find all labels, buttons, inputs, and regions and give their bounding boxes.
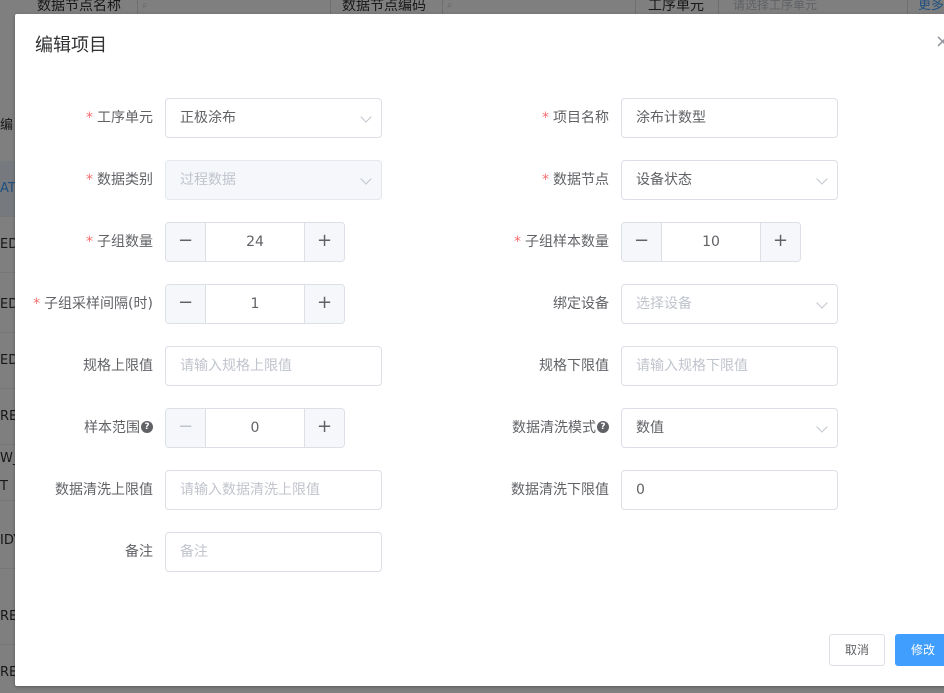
data-node-select[interactable]: 设备状态: [621, 160, 838, 200]
label-data-category: * 数据类别: [0, 160, 153, 200]
increase-button[interactable]: +: [304, 223, 344, 261]
label-clean-upper: 数据清洗上限值: [55, 482, 153, 498]
chevron-down-icon: [360, 173, 372, 185]
required-mark: *: [86, 172, 93, 188]
spec-upper-input[interactable]: 请输入规格上限值: [165, 346, 382, 386]
increase-button[interactable]: +: [760, 223, 800, 261]
cancel-button[interactable]: 取消: [829, 634, 885, 666]
label-text: 子组数量: [97, 234, 153, 250]
edit-item-dialog: 编辑项目 × * 工序单元 正极涂布 * 项目名称 涂布计数型 * 数据类别 过程数据…: [15, 14, 944, 686]
remark-input[interactable]: 备注: [165, 532, 382, 572]
label-process-unit: * 工序单元: [0, 98, 153, 138]
required-mark: *: [514, 234, 521, 250]
clean-lower-input[interactable]: 0: [621, 470, 838, 510]
help-icon[interactable]: ?: [597, 421, 609, 433]
label-text: 工序单元: [97, 110, 153, 126]
required-mark: *: [542, 110, 549, 126]
label-data-node: * 数据节点: [409, 160, 609, 200]
stepper-value[interactable]: 10: [662, 223, 760, 261]
chevron-down-icon: [816, 297, 828, 309]
increase-button[interactable]: +: [304, 409, 344, 447]
chevron-down-icon: [816, 173, 828, 185]
help-icon[interactable]: ?: [141, 421, 153, 433]
clean-upper-input[interactable]: 请输入数据清洗上限值: [165, 470, 382, 510]
label-remark: 备注: [125, 544, 153, 560]
close-icon[interactable]: ×: [935, 32, 944, 52]
decrease-button[interactable]: −: [166, 409, 206, 447]
label-spec-lower: 规格下限值: [539, 358, 609, 374]
label-spec-upper: 规格上限值: [83, 358, 153, 374]
decrease-button[interactable]: −: [622, 223, 662, 261]
stepper-value[interactable]: 0: [206, 409, 304, 447]
dialog-title: 编辑项目: [35, 35, 107, 56]
label-bind-device: 绑定设备: [553, 296, 609, 312]
label-clean-mode: 数据清洗模式?: [409, 408, 609, 448]
label-item-name: * 项目名称: [409, 98, 609, 138]
label-clean-lower: 数据清洗下限值: [511, 482, 609, 498]
decrease-button[interactable]: −: [166, 285, 206, 323]
process-unit-select[interactable]: 正极涂布: [165, 98, 382, 138]
select-value: 数值: [636, 420, 664, 436]
label-subgroup-sample-count: * 子组样本数量: [409, 222, 609, 262]
label-subgroup-interval: * 子组采样间隔(时): [0, 284, 153, 324]
data-category-select: 过程数据: [165, 160, 382, 200]
required-mark: *: [542, 172, 549, 188]
select-placeholder: 选择设备: [636, 296, 692, 312]
select-value: 设备状态: [636, 172, 692, 188]
subgroup-sample-count-stepper: − 10 +: [621, 222, 801, 262]
required-mark: *: [86, 110, 93, 126]
subgroup-interval-stepper: − 1 +: [165, 284, 345, 324]
chevron-down-icon: [360, 111, 372, 123]
label-text: 样本范围: [84, 420, 140, 436]
label-subgroup-count: * 子组数量: [0, 222, 153, 262]
stepper-value[interactable]: 24: [206, 223, 304, 261]
decrease-button[interactable]: −: [166, 223, 206, 261]
required-mark: *: [86, 234, 93, 250]
select-value: 过程数据: [180, 172, 236, 188]
label-text: 数据清洗模式: [512, 420, 596, 436]
clean-mode-select[interactable]: 数值: [621, 408, 838, 448]
label-text: 子组样本数量: [525, 234, 609, 250]
label-sample-range: 样本范围?: [0, 408, 153, 448]
label-text: 项目名称: [553, 110, 609, 126]
stepper-value[interactable]: 1: [206, 285, 304, 323]
subgroup-count-stepper: − 24 +: [165, 222, 345, 262]
item-name-input[interactable]: 涂布计数型: [621, 98, 838, 138]
bind-device-select[interactable]: 选择设备: [621, 284, 838, 324]
spec-lower-input[interactable]: 请输入规格下限值: [621, 346, 838, 386]
submit-button[interactable]: 修改: [895, 634, 944, 666]
label-text: 数据类别: [97, 172, 153, 188]
chevron-down-icon: [816, 421, 828, 433]
sample-range-stepper: − 0 +: [165, 408, 345, 448]
required-mark: *: [33, 296, 41, 312]
label-text: 数据节点: [553, 172, 609, 188]
increase-button[interactable]: +: [304, 285, 344, 323]
select-value: 正极涂布: [180, 110, 236, 126]
label-text: 子组采样间隔(时): [44, 296, 153, 312]
